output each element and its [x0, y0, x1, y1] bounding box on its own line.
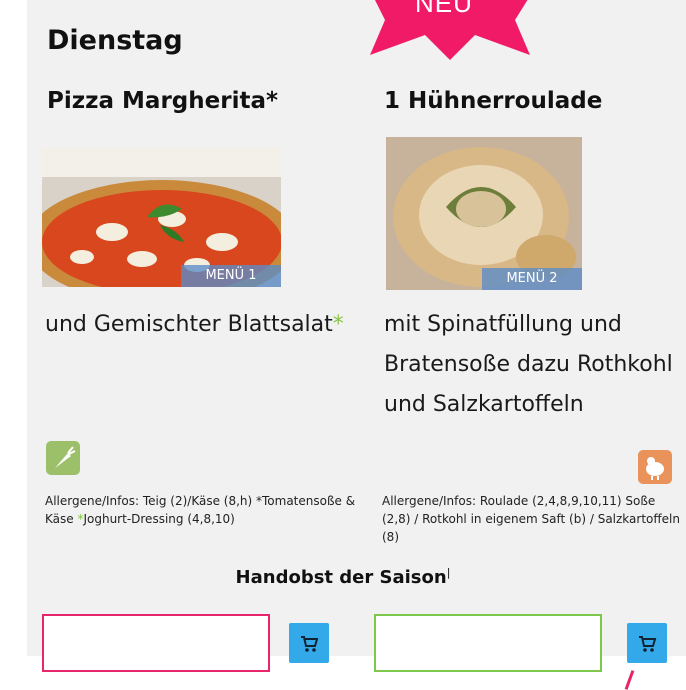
menu-1-allergens: Allergene/Infos: Teig (2)/Käse (8,h) *To…	[45, 492, 375, 528]
cart-icon	[639, 636, 657, 652]
new-badge-label: NEU	[415, 0, 473, 18]
dessert-mark: |	[446, 566, 451, 579]
menu-1-desc-mark: *	[332, 312, 344, 337]
dessert-text: Handobst der Saison	[235, 567, 447, 588]
cart-icon	[301, 636, 319, 652]
carrot-icon	[46, 441, 80, 475]
menu-1-quantity-field[interactable]	[42, 614, 270, 672]
chicken-icon	[638, 450, 672, 484]
menu-1-cart-button[interactable]	[289, 623, 329, 663]
menu-2-tag: MENÜ 2	[482, 268, 582, 290]
menu-2-cart-button[interactable]	[627, 623, 667, 663]
menu-2-photo[interactable]: MENÜ 2	[386, 137, 582, 290]
menu-1-description: und Gemischter Blattsalat*	[45, 305, 385, 345]
menu-1-photo[interactable]: MENÜ 1	[42, 147, 281, 287]
menu-2-allergens: Allergene/Infos: Roulade (2,4,8,9,10,11)…	[382, 494, 680, 544]
menu-2-title: 1 Hühnerroulade	[384, 88, 603, 114]
menu-1-title: Pizza Margherita*	[47, 88, 278, 114]
pointer-arrow	[624, 670, 635, 690]
menu-2-quantity-field[interactable]	[374, 614, 602, 672]
menu-1-desc-text: und Gemischter Blattsalat	[45, 312, 333, 337]
day-heading: Dienstag	[47, 25, 183, 56]
menu-2-description: mit Spinatfüllung und Bratensoße dazu Ro…	[384, 312, 673, 417]
menu-1-tag: MENÜ 1	[181, 265, 281, 287]
dessert-label: Handobst der Saison|	[0, 566, 686, 588]
menu-1-allergens-dressing: Joghurt-Dressing (4,8,10)	[83, 512, 235, 526]
